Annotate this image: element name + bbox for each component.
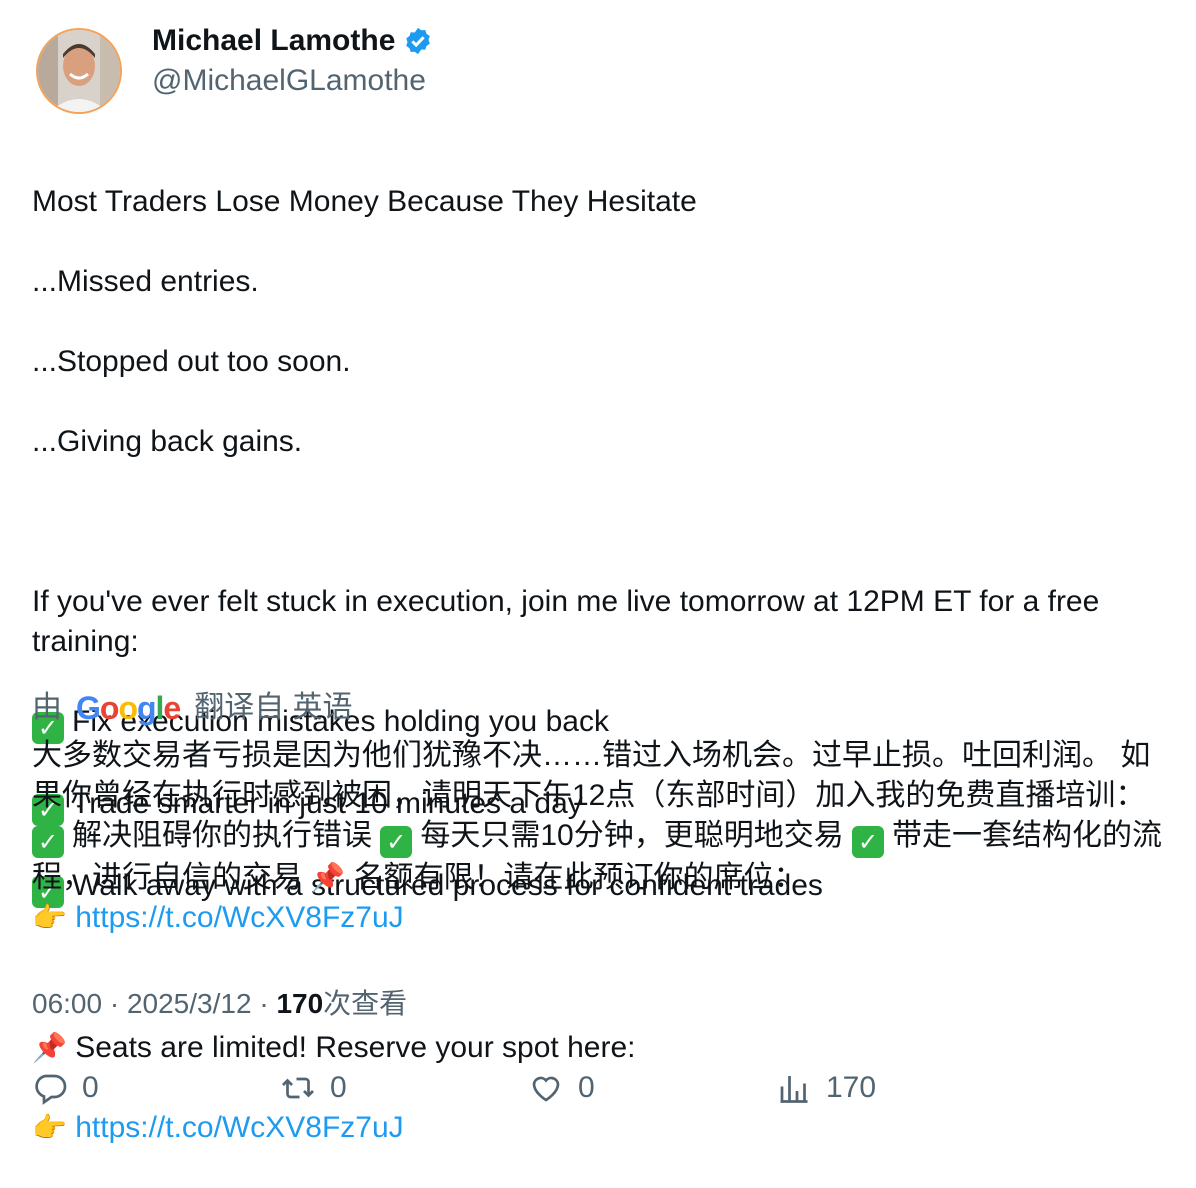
tweet-line [32,502,1172,542]
check-mark-icon: ✓ [32,826,64,858]
avatar-photo [38,30,120,112]
repost-icon [282,1077,314,1099]
tweet-time[interactable]: 06:00 [32,988,102,1019]
tweet-line: If you've ever felt stuck in execution, … [32,585,1100,658]
translation-suffix[interactable]: 翻译自 英语 [194,688,352,728]
verified-badge-icon[interactable] [403,26,433,56]
like-button[interactable]: 0 [528,1070,595,1106]
translation-prefix: 由 [32,691,62,724]
views-count: 170 [826,1071,877,1104]
avatar[interactable] [36,28,122,114]
reply-button[interactable]: 0 [32,1070,99,1106]
pointing-hand-icon: 👉 [32,1111,67,1144]
heart-icon [532,1076,560,1102]
author-handle[interactable]: @MichaelGLamothe [152,62,426,100]
author-name[interactable]: Michael Lamothe [152,22,395,60]
tweet-link[interactable]: https://t.co/WcXV8Fz7uJ [75,1111,403,1144]
view-count: 170 [276,988,324,1019]
tweet-date[interactable]: 2025/3/12 [127,988,252,1019]
tweet-line: ...Missed entries. [32,265,259,298]
pin-line: 📌 Seats are limited! Reserve your spot h… [32,1031,636,1064]
like-count: 0 [578,1071,595,1104]
check-mark-icon: ✓ [852,826,885,858]
action-bar: 0 0 0 170 [0,1070,1196,1114]
repost-button[interactable]: 0 [280,1070,347,1106]
repost-count: 0 [330,1071,347,1104]
tweet-line: ...Stopped out too soon. [32,345,351,378]
author-name-row: Michael Lamothe [152,22,433,60]
view-count-label: 次查看 [323,988,408,1019]
tweet-line: ...Giving back gains. [32,425,303,458]
translation-attribution: 由 Google 翻译自 英语 [32,688,353,728]
reply-icon [35,1074,67,1105]
translated-link[interactable]: https://t.co/WcXV8Fz7uJ [75,901,403,934]
pushpin-icon: 📌 [32,1031,67,1064]
link-line: 👉 https://t.co/WcXV8Fz7uJ [32,1108,1172,1148]
reply-count: 0 [82,1071,99,1104]
tweet-line: Most Traders Lose Money Because They Hes… [32,185,697,218]
translated-text: 大多数交易者亏损是因为他们犹豫不决……错过入场机会。过早止损。吐回利润。 如果你… [32,739,1163,934]
tweet-text: Most Traders Lose Money Because They Hes… [32,142,1172,1188]
tweet-meta: 06:00 · 2025/3/12 · 170次查看 [32,988,408,1019]
check-mark-icon: ✓ [380,826,413,858]
google-logo-icon[interactable]: Google [76,688,181,728]
views-button[interactable]: 170 [776,1070,876,1106]
analytics-icon [780,1076,808,1103]
pushpin-icon: 📌 [310,861,346,894]
pointing-hand-icon: 👉 [32,901,67,934]
